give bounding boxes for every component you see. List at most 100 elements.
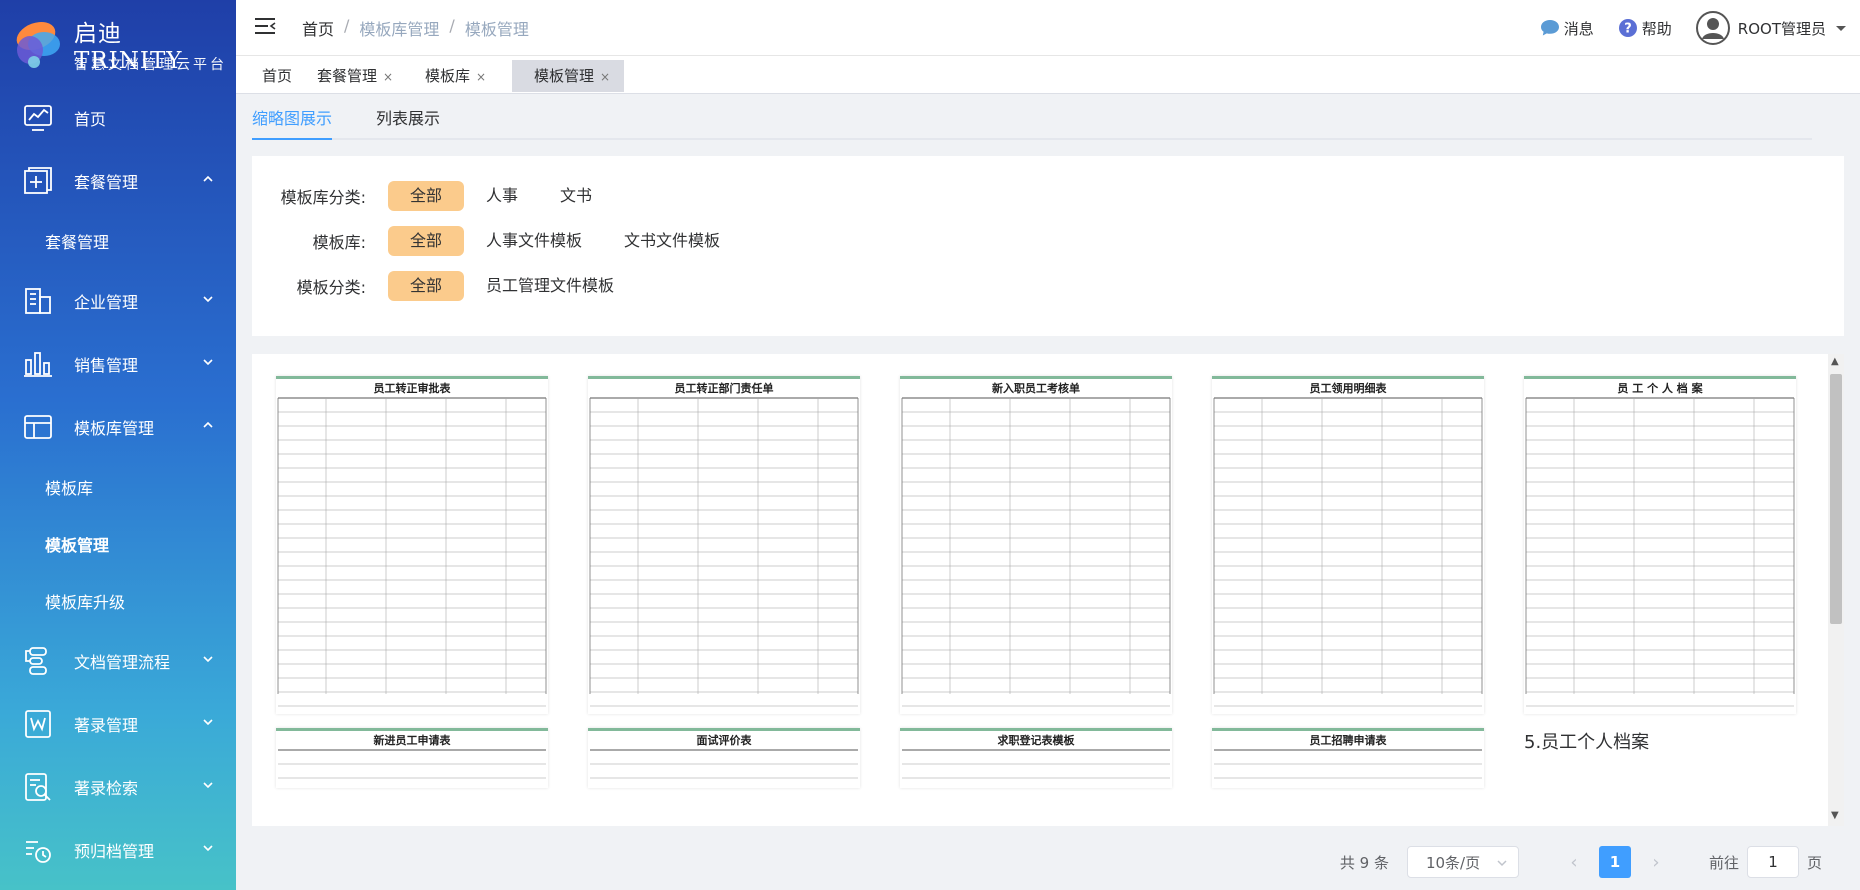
sidebar-subitem-package[interactable]: 套餐管理 [0, 212, 236, 269]
sidebar-item-label: 文档管理流程 [74, 652, 171, 672]
template-thumbnail[interactable]: 员工转正审批表 [276, 376, 548, 714]
template-card[interactable]: 员工领用明细表6.员工领用明细表 [1212, 376, 1484, 754]
sidebar-item-package[interactable]: 套餐管理 [0, 149, 236, 212]
template-thumbnail[interactable]: 员工领用明细表 [1212, 376, 1484, 714]
tag-label: 模板库 [425, 67, 471, 85]
filter-row-template-type: 模板分类: 全部 员工管理文件模板 [252, 270, 634, 302]
scroll-up-icon[interactable]: ▲ [1831, 356, 1839, 367]
filter-row-library: 模板库: 全部 人事文件模板 文书文件模板 [252, 225, 740, 257]
scroll-thumb[interactable] [1830, 374, 1842, 624]
template-card[interactable]: 求职登记表模板 [900, 728, 1172, 788]
tag-home[interactable]: 首页 [262, 60, 292, 92]
document-preview-icon [900, 376, 1172, 714]
filter-label: 模板库分类: [280, 188, 366, 207]
filter-row-category: 模板库分类: 全部 人事 文书 [252, 180, 612, 212]
bar-chart-icon [24, 351, 52, 377]
template-card[interactable]: 面试评价表 [588, 728, 860, 788]
sidebar-item-record-manage[interactable]: 著录管理 [0, 692, 236, 755]
breadcrumb-template-library[interactable]: 模板库管理 [359, 16, 439, 40]
tag-template-library[interactable]: 模板库 × [425, 60, 486, 92]
document-title: 员工转正审批表 [373, 382, 451, 395]
template-thumbnail[interactable]: 员工招聘申请表 [1212, 728, 1484, 788]
sidebar-item-label: 套餐管理 [74, 172, 139, 192]
template-thumbnail[interactable]: 员工转正部门责任单 [588, 376, 860, 714]
template-thumbnail[interactable]: 员 工 个 人 档 案 [1524, 376, 1796, 714]
flow-icon [25, 646, 47, 675]
scroll-down-icon[interactable]: ▼ [1831, 810, 1839, 821]
tag-label: 首页 [262, 67, 293, 85]
sidebar-subitem-template-manage[interactable]: 模板管理 [0, 515, 236, 572]
messages-button[interactable]: 消息 [1540, 18, 1594, 39]
prev-page-icon[interactable]: ‹ [1559, 852, 1589, 873]
caret-down-icon [1836, 26, 1846, 31]
filter-option-doc-templates[interactable]: 文书文件模板 [624, 226, 720, 256]
chevron-down-icon [1497, 860, 1507, 867]
main-content: 缩略图展示 列表展示 模板库分类: 全部 人事 文书 模板库: 全部 人事文件模… [236, 94, 1860, 890]
filter-option-all[interactable]: 全部 [388, 181, 465, 211]
tab-thumbnail-view[interactable]: 缩略图展示 [252, 106, 333, 140]
layout-icon [24, 414, 52, 439]
sidebar-item-doc-flow[interactable]: 文档管理流程 [0, 629, 236, 692]
template-thumbnail[interactable]: 求职登记表模板 [900, 728, 1172, 788]
sidebar-item-pre-archive[interactable]: 预归档管理 [0, 818, 236, 881]
filter-option-hr[interactable]: 人事 [486, 181, 518, 211]
template-card[interactable]: 员工转正审批表9.转正审批表 [276, 376, 548, 754]
breadcrumb-separator: / [344, 16, 350, 35]
sidebar-item-label: 著录检索 [74, 778, 139, 798]
template-thumbnail[interactable]: 面试评价表 [588, 728, 860, 788]
document-title: 员工招聘申请表 [1309, 734, 1387, 747]
page-size-select[interactable]: 10条/页 [1406, 846, 1519, 878]
sidebar-item-label: 预归档管理 [74, 841, 155, 861]
template-card[interactable]: 员工转正部门责任单8.转正考核部门责任单 [588, 376, 860, 754]
close-icon[interactable]: × [600, 70, 610, 84]
user-menu[interactable]: ROOT管理员 [1695, 11, 1852, 45]
svg-text:?: ? [1624, 22, 1632, 37]
sidebar-subitem-template-library[interactable]: 模板库 [0, 458, 236, 515]
filter-option-docs[interactable]: 文书 [560, 181, 592, 211]
filter-option-staff-templates[interactable]: 员工管理文件模板 [486, 271, 614, 301]
template-thumbnail[interactable]: 新入职员工考核单 [900, 376, 1172, 714]
sidebar-item-sales[interactable]: 销售管理 [0, 332, 236, 395]
monitor-chart-icon [24, 104, 52, 131]
filter-option-hr-templates[interactable]: 人事文件模板 [486, 226, 582, 256]
breadcrumb-current: 模板管理 [464, 20, 529, 39]
filter-option-all[interactable]: 全部 [388, 226, 465, 256]
page-size-value: 10条/页 [1425, 853, 1481, 872]
pagination-total: 共 9 条 [1339, 853, 1389, 872]
template-thumbnail[interactable]: 新进员工申请表 [276, 728, 548, 788]
close-icon[interactable]: × [383, 70, 393, 84]
sidebar-item-template-library[interactable]: 模板库管理 [0, 395, 236, 458]
sidebar-item-enterprise[interactable]: 企业管理 [0, 269, 236, 332]
tag-template-manage[interactable]: 模板管理 × [512, 60, 625, 92]
view-tabs: 缩略图展示 列表展示 [252, 106, 1812, 140]
tag-package[interactable]: 套餐管理 × [317, 60, 393, 92]
doc-search-icon [25, 772, 51, 801]
building-icon [25, 287, 51, 314]
scrollbar[interactable]: ▲ ▼ [1828, 354, 1844, 826]
page-number-current[interactable]: 1 [1598, 846, 1631, 878]
next-page-icon[interactable]: › [1641, 852, 1671, 873]
template-grid: ▲ ▼ 员工转正审批表9.转正审批表员工转正部门责任单8.转正考核部门责任单新入… [252, 354, 1844, 826]
chevron-down-icon [203, 845, 213, 852]
hamburger-icon[interactable] [254, 16, 276, 36]
document-title: 员工领用明细表 [1309, 382, 1387, 395]
jump-page-input[interactable]: 1 [1746, 846, 1799, 878]
sidebar-item-record-search[interactable]: 著录检索 [0, 755, 236, 818]
sidebar-subitem-template-upgrade[interactable]: 模板库升级 [0, 572, 236, 629]
template-card[interactable]: 新入职员工考核单7.新入职员工考核单 [900, 376, 1172, 754]
filter-option-all[interactable]: 全部 [388, 271, 465, 301]
help-button[interactable]: ? 帮助 [1618, 18, 1672, 39]
brand-logo[interactable]: 启迪 TRINITY 智慧文档管理云平台 [0, 0, 236, 86]
sidebar-item-home[interactable]: 首页 [0, 86, 236, 149]
close-icon[interactable]: × [476, 70, 486, 84]
template-card[interactable]: 员 工 个 人 档 案 5.员工个人档案 [1524, 376, 1796, 754]
template-card[interactable]: 新进员工申请表 [276, 728, 548, 788]
template-caption[interactable]: 5.员工个人档案 [1524, 728, 1796, 754]
tags-view-bar: 首页 套餐管理 × 模板库 × 模板管理 × [236, 56, 1860, 94]
filter-label: 模板分类: [296, 278, 366, 297]
brand-subtitle: 智慧文档管理云平台 [74, 57, 227, 73]
document-title: 新进员工申请表 [373, 734, 451, 747]
breadcrumb-home[interactable]: 首页 [302, 16, 334, 40]
template-card[interactable]: 员工招聘申请表 [1212, 728, 1484, 788]
tab-list-view[interactable]: 列表展示 [376, 106, 440, 140]
